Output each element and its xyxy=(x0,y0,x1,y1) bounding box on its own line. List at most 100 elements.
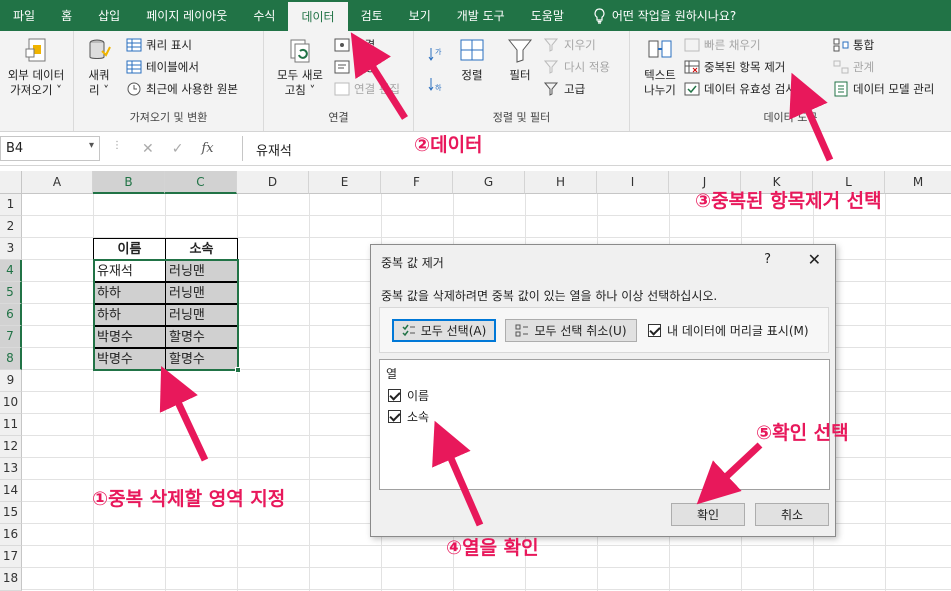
column-header-b[interactable]: B xyxy=(93,171,165,194)
filter-button[interactable]: 필터 xyxy=(502,37,538,83)
row-header-11[interactable]: 11 xyxy=(0,414,22,436)
connections-button[interactable]: 연결 xyxy=(334,34,375,56)
tab-page-layout[interactable]: 페이지 레이아웃 xyxy=(133,0,240,31)
new-query-button[interactable]: 새쿼 리 ˅ xyxy=(82,37,116,98)
row-header-17[interactable]: 17 xyxy=(0,546,22,568)
tab-data[interactable]: 데이터 xyxy=(288,2,348,31)
table-cell-b4[interactable]: 유재석 xyxy=(93,260,166,282)
row-header-10[interactable]: 10 xyxy=(0,392,22,414)
column-header-f[interactable]: F xyxy=(381,171,453,194)
column-header-h[interactable]: H xyxy=(525,171,597,194)
row-header-7[interactable]: 7 xyxy=(0,326,22,348)
select-all-button[interactable]: 모두 선택(A) xyxy=(392,319,496,342)
column-header-d[interactable]: D xyxy=(237,171,309,194)
clear-filter-icon xyxy=(544,38,559,52)
select-all-corner[interactable] xyxy=(0,171,22,194)
refresh-all-button[interactable]: 모두 새로 고침 ˅ xyxy=(272,37,328,98)
row-header-18[interactable]: 18 xyxy=(0,568,22,591)
formula-input[interactable]: 유재석 xyxy=(242,136,951,161)
row-header-13[interactable]: 13 xyxy=(0,458,22,480)
column-checkbox-team[interactable]: 소속 xyxy=(388,408,429,425)
sort-az-button[interactable]: 가 xyxy=(428,43,444,65)
tab-review[interactable]: 검토 xyxy=(348,0,396,31)
table-cell[interactable]: 할명수 xyxy=(165,348,238,370)
recent-sources-label: 최근에 사용한 원본 xyxy=(146,82,238,96)
tell-me-box[interactable]: 어떤 작업을 원하시나요? xyxy=(577,0,749,31)
table-cell[interactable]: 러닝맨 xyxy=(165,304,238,326)
properties-button[interactable]: 속성 xyxy=(334,56,375,78)
ok-button[interactable]: 확인 xyxy=(671,503,745,526)
tab-help[interactable]: 도움말 xyxy=(518,0,577,31)
row-header-16[interactable]: 16 xyxy=(0,524,22,546)
clear-filter-button[interactable]: 지우기 xyxy=(544,34,596,56)
table-header-cell[interactable]: 이름 xyxy=(93,238,166,260)
column-checkbox-name[interactable]: 이름 xyxy=(388,387,429,404)
table-cell[interactable]: 러닝맨 xyxy=(165,260,238,282)
table-cell[interactable]: 하하 xyxy=(93,282,166,304)
column-header-m[interactable]: M xyxy=(885,171,951,194)
column-header-e[interactable]: E xyxy=(309,171,381,194)
help-icon[interactable]: ? xyxy=(764,252,771,267)
tab-file[interactable]: 파일 xyxy=(0,0,48,31)
row-header-4[interactable]: 4 xyxy=(0,260,22,282)
cancel-entry-icon[interactable]: ✕ xyxy=(142,141,154,157)
insert-function-icon[interactable]: fx xyxy=(201,141,213,156)
annotation-step1: ①중복 삭제할 영역 지정 xyxy=(92,488,286,510)
row-header-3[interactable]: 3 xyxy=(0,238,22,260)
name-box-dropdown-icon[interactable]: ▾ xyxy=(89,140,94,151)
cancel-button[interactable]: 취소 xyxy=(755,503,829,526)
text-to-columns-button[interactable]: 텍스트 나누기 xyxy=(638,37,682,98)
tab-developer[interactable]: 개발 도구 xyxy=(444,0,518,31)
column-header-g[interactable]: G xyxy=(453,171,525,194)
row-header-1[interactable]: 1 xyxy=(0,194,22,216)
row-header-12[interactable]: 12 xyxy=(0,436,22,458)
show-queries-button[interactable]: 쿼리 표시 xyxy=(126,34,192,56)
tab-formulas[interactable]: 수식 xyxy=(240,0,288,31)
table-cell[interactable]: 할명수 xyxy=(165,326,238,348)
table-cell[interactable]: 박명수 xyxy=(93,326,166,348)
name-box[interactable]: B4 ▾ xyxy=(0,136,100,161)
table-cell[interactable]: 러닝맨 xyxy=(165,282,238,304)
row-header-9[interactable]: 9 xyxy=(0,370,22,392)
reapply-button[interactable]: 다시 적용 xyxy=(544,56,610,78)
row-header-5[interactable]: 5 xyxy=(0,282,22,304)
has-headers-checkbox[interactable]: 내 데이터에 머리글 표시(M) xyxy=(648,322,809,339)
tab-home[interactable]: 홈 xyxy=(48,0,85,31)
formula-buttons: ✕ ✓ fx xyxy=(128,136,214,161)
row-header-8[interactable]: 8 xyxy=(0,348,22,370)
manage-data-model-button[interactable]: 데이터 모델 관리 xyxy=(833,78,934,100)
column-team-check-icon[interactable] xyxy=(388,410,401,423)
remove-duplicates-button[interactable]: 중복된 항목 제거 xyxy=(684,56,785,78)
row-header-2[interactable]: 2 xyxy=(0,216,22,238)
column-header-i[interactable]: I xyxy=(597,171,669,194)
column-name-check-icon[interactable] xyxy=(388,389,401,402)
table-header-cell[interactable]: 소속 xyxy=(165,238,238,260)
has-headers-check-icon[interactable] xyxy=(648,324,661,337)
sort-button[interactable]: 정렬 xyxy=(452,37,492,83)
lightbulb-icon xyxy=(594,7,605,24)
table-cell[interactable]: 하하 xyxy=(93,304,166,326)
close-icon[interactable]: ✕ xyxy=(808,250,821,269)
relationships-button[interactable]: 관계 xyxy=(833,56,874,78)
column-header-a[interactable]: A xyxy=(22,171,93,194)
enter-entry-icon[interactable]: ✓ xyxy=(172,141,184,157)
unselect-all-button[interactable]: 모두 선택 취소(U) xyxy=(505,319,637,342)
advanced-filter-button[interactable]: 고급 xyxy=(544,78,585,100)
table-cell[interactable]: 박명수 xyxy=(93,348,166,370)
get-external-data-button[interactable]: 외부 데이터 가져오기 ˅ xyxy=(2,37,70,98)
row-header-6[interactable]: 6 xyxy=(0,304,22,326)
flash-fill-button[interactable]: 빠른 채우기 xyxy=(684,34,761,56)
tab-insert[interactable]: 삽입 xyxy=(85,0,133,31)
row-header-15[interactable]: 15 xyxy=(0,502,22,524)
from-table-button[interactable]: 테이블에서 xyxy=(126,56,199,78)
tab-view[interactable]: 보기 xyxy=(396,0,444,31)
consolidate-button[interactable]: 통합 xyxy=(833,34,874,56)
recent-sources-button[interactable]: 최근에 사용한 원본 xyxy=(126,78,238,100)
sort-za-button[interactable]: 하 xyxy=(428,73,444,95)
data-validation-button[interactable]: 데이터 유효성 검사 ˅ xyxy=(684,78,805,100)
reapply-icon xyxy=(544,60,559,74)
row-header-14[interactable]: 14 xyxy=(0,480,22,502)
column-header-c[interactable]: C xyxy=(165,171,237,194)
annotation-step2: ②데이터 xyxy=(414,134,483,156)
edit-links-button[interactable]: 연결 편집 xyxy=(334,78,400,100)
